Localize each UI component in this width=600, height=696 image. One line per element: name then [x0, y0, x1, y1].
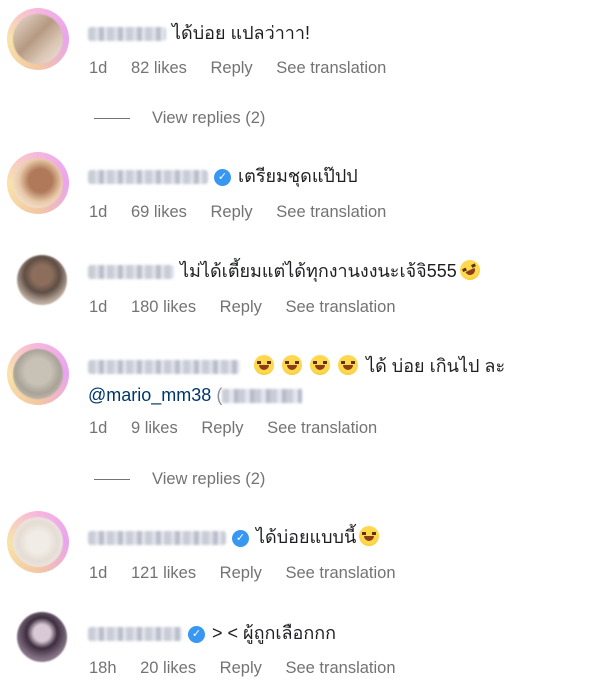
comment-meta: 1d 121 likes Reply See translation [89, 564, 415, 583]
see-translation-button[interactable]: See translation [285, 564, 395, 582]
username[interactable] [88, 360, 240, 375]
see-translation-button[interactable]: See translation [285, 298, 395, 316]
reply-button[interactable]: Reply [201, 419, 243, 437]
timestamp: 1d [89, 419, 108, 437]
likes-count[interactable]: 9 likes [131, 419, 178, 437]
verified-badge-icon: ✓ [232, 529, 249, 547]
comment-meta: 1d 82 likes Reply See translation [89, 59, 405, 78]
comment-text: > < ผู้ถูกเลือกกก [212, 623, 337, 643]
comment-text: ไม่ได้เตี้ยมแต่ได้ทุกงานงงนะเจ้จิ555 [180, 261, 457, 281]
avatar[interactable] [7, 343, 69, 405]
likes-count[interactable]: 20 likes [140, 659, 196, 677]
comment-meta: 1d 9 likes Reply See translation [89, 419, 396, 438]
timestamp: 1d [89, 203, 108, 221]
comment-text: เตรียมชุดแป๊ปป [238, 166, 358, 186]
username[interactable] [88, 170, 208, 185]
view-replies-button[interactable]: View replies (2) [94, 470, 265, 489]
comment-body: ✓ > < ผู้ถูกเลือกกก [88, 621, 336, 645]
username[interactable] [88, 531, 226, 546]
likes-count[interactable]: 121 likes [131, 564, 196, 582]
flushed-emoji-icon [359, 526, 380, 546]
timestamp: 1d [89, 564, 108, 582]
laughing-emoji-icon [310, 355, 331, 375]
timestamp: 1d [89, 59, 108, 77]
likes-count[interactable]: 180 likes [131, 298, 196, 316]
comment-text: ได้บ่อย แปลว่าาา! [172, 23, 311, 43]
avatar[interactable] [7, 152, 69, 214]
view-replies-label: View replies (2) [152, 470, 266, 488]
avatar[interactable] [7, 8, 69, 70]
comment-text: ได้บ่อยแบบนี้ [256, 527, 357, 547]
see-translation-button[interactable]: See translation [276, 203, 386, 221]
laughing-emoji-icon [254, 355, 275, 375]
view-replies-button[interactable]: View replies (2) [94, 109, 265, 128]
comment-meta: 18h 20 likes Reply See translation [89, 659, 415, 678]
rofl-emoji-icon [456, 256, 484, 284]
divider [94, 118, 130, 120]
comment-meta: 1d 69 likes Reply See translation [89, 203, 405, 222]
username[interactable] [88, 265, 174, 280]
avatar[interactable] [17, 612, 67, 662]
comment-body: ✓ เตรียมชุดแป๊ปป [88, 164, 358, 188]
reply-button[interactable]: Reply [211, 203, 253, 221]
reply-button[interactable]: Reply [211, 59, 253, 77]
reply-button[interactable]: Reply [220, 564, 262, 582]
comment-meta: 1d 180 likes Reply See translation [89, 298, 415, 317]
comment-body: ได้ บ่อย เกินไป ละ [88, 354, 505, 378]
laughing-emoji-icon [282, 355, 303, 375]
verified-badge-icon: ✓ [188, 625, 205, 643]
username[interactable] [88, 627, 182, 642]
mention-name-blurred [222, 389, 303, 404]
see-translation-button[interactable]: See translation [267, 419, 377, 437]
divider [94, 479, 130, 481]
reply-button[interactable]: Reply [220, 298, 262, 316]
avatar[interactable] [17, 255, 67, 305]
comment-body: ได้บ่อย แปลว่าาา! [88, 21, 310, 45]
likes-count[interactable]: 69 likes [131, 203, 187, 221]
timestamp: 18h [89, 659, 117, 677]
see-translation-button[interactable]: See translation [285, 659, 395, 677]
username[interactable] [88, 27, 166, 42]
avatar[interactable] [7, 511, 69, 573]
likes-count[interactable]: 82 likes [131, 59, 187, 77]
see-translation-button[interactable]: See translation [276, 59, 386, 77]
comment-body-line-2: @mario_mm38 ( [88, 383, 303, 407]
reply-button[interactable]: Reply [220, 659, 262, 677]
mention-link[interactable]: @mario_mm38 [88, 385, 211, 405]
view-replies-label: View replies (2) [152, 109, 266, 127]
laughing-emoji-icon [338, 355, 359, 375]
comment-body: ✓ ได้บ่อยแบบนี้ [88, 525, 380, 549]
comment-body: ไม่ได้เตี้ยมแต่ได้ทุกงานงงนะเจ้จิ555 [88, 256, 484, 284]
timestamp: 1d [89, 298, 108, 316]
comment-text: ได้ บ่อย เกินไป ละ [366, 356, 506, 376]
verified-badge-icon: ✓ [214, 168, 231, 186]
